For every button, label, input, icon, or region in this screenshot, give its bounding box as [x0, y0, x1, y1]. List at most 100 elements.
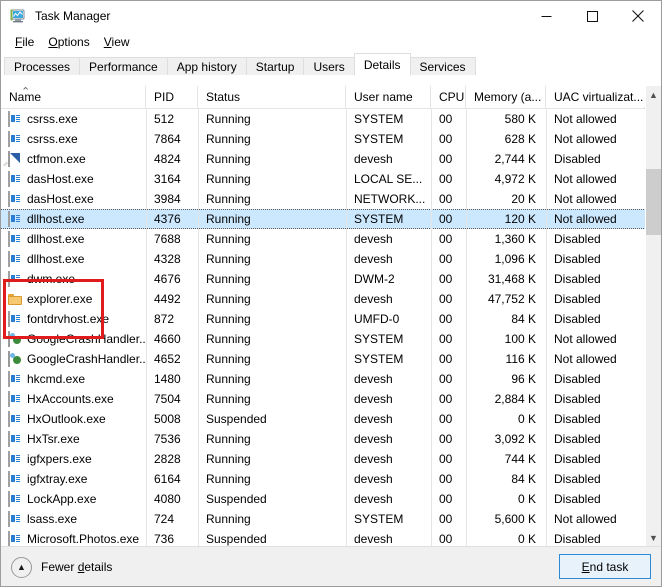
table-row[interactable]: dllhost.exe 4328 Running devesh 00 1,096 K Dis… [1, 249, 646, 269]
column-header-cpu[interactable]: CPU [431, 86, 466, 108]
menu-item-view[interactable]: View [97, 34, 137, 50]
table-row[interactable]: dllhost.exe 7688 Running devesh 00 1,360 K Dis… [1, 229, 646, 249]
cell-pid: 2828 [154, 452, 181, 466]
table-row[interactable]: hkcmd.exe 1480 Running devesh 00 96 K Disabled [1, 369, 646, 389]
cell-name: csrss.exe [27, 112, 78, 126]
cell-uac: Disabled [554, 472, 601, 486]
tab-processes[interactable]: Processes [4, 57, 81, 76]
cell-memory: 116 K [505, 352, 536, 366]
cell-uac: Disabled [554, 372, 601, 386]
cell-status: Running [206, 352, 251, 366]
cell-cpu: 00 [439, 252, 453, 266]
cell-cpu: 00 [439, 112, 453, 126]
column-header-status[interactable]: Status [198, 86, 346, 108]
tab-strip: Processes Performance App history Startup Us… [1, 53, 661, 76]
cell-name: Microsoft.Photos.exe [27, 532, 140, 546]
cell-pid: 4328 [154, 252, 181, 266]
cell-uac: Not allowed [554, 112, 617, 126]
cell-cpu: 00 [439, 352, 453, 366]
table-row[interactable]: HxTsr.exe 7536 Running devesh 00 3,092 K Disab… [1, 429, 646, 449]
cell-cpu: 00 [439, 492, 453, 506]
cell-uac: Disabled [554, 432, 601, 446]
tab-performance[interactable]: Performance [79, 57, 168, 76]
cell-memory: 31,468 K [487, 272, 536, 286]
process-rows[interactable]: csrss.exe 512 Running SYSTEM 00 580 K Not allo… [1, 109, 646, 546]
column-header-memory[interactable]: Memory (a... [466, 86, 546, 108]
end-task-button[interactable]: End task [559, 554, 651, 579]
tab-app-history[interactable]: App history [166, 57, 247, 76]
cell-user: devesh [354, 152, 393, 166]
cell-status: Suspended [206, 532, 267, 546]
vertical-scrollbar[interactable]: ▲ ▼ [645, 86, 661, 546]
cell-cpu: 00 [439, 272, 453, 286]
cell-pid: 7688 [154, 232, 181, 246]
chevron-up-icon[interactable]: ▲ [646, 86, 661, 103]
menu-item-options[interactable]: Options [41, 34, 96, 50]
table-row[interactable]: Microsoft.Photos.exe 736 Suspended devesh 00… [1, 529, 646, 546]
cell-cpu: 00 [439, 392, 453, 406]
chevron-down-icon[interactable]: ▼ [646, 529, 661, 546]
cell-status: Running [206, 192, 251, 206]
fewer-details-button[interactable]: ▲ Fewer details [11, 556, 112, 578]
cell-cpu: 00 [439, 472, 453, 486]
table-row[interactable]: HxAccounts.exe 7504 Running devesh 00 2,884 K… [1, 389, 646, 409]
table-row[interactable]: ctfmon.exe 4824 Running devesh 00 2,744 K Disa… [1, 149, 646, 169]
tab-users[interactable]: Users [303, 57, 355, 76]
tab-services[interactable]: Services [409, 57, 476, 76]
cell-cpu: 00 [439, 432, 453, 446]
table-row[interactable]: dasHost.exe 3984 Running NETWORK... 00 20 K No… [1, 189, 646, 209]
scrollbar-thumb[interactable] [646, 169, 661, 235]
close-icon[interactable] [615, 1, 661, 31]
cell-cpu: 00 [439, 192, 453, 206]
table-row[interactable]: explorer.exe 4492 Running devesh 00 47,752 K D… [1, 289, 646, 309]
table-row[interactable]: GoogleCrashHandler... 4660 Running SYSTEM 00… [1, 329, 646, 349]
cell-memory: 5,600 K [494, 512, 536, 526]
menu-item-file[interactable]: File [8, 34, 41, 50]
column-header-pid[interactable]: PID [146, 86, 198, 108]
cell-cpu: 00 [439, 232, 453, 246]
cell-uac: Disabled [554, 152, 601, 166]
table-row[interactable]: csrss.exe 7864 Running SYSTEM 00 628 K Not all… [1, 129, 646, 149]
tab-underline [1, 75, 661, 76]
cell-cpu: 00 [439, 152, 453, 166]
cell-memory: 1,360 K [494, 232, 536, 246]
table-row[interactable]: LockApp.exe 4080 Suspended devesh 00 0 K Disab… [1, 489, 646, 509]
column-header-user[interactable]: User name [346, 86, 431, 108]
cell-name: LockApp.exe [27, 492, 97, 506]
cell-user: devesh [354, 452, 393, 466]
table-row[interactable]: GoogleCrashHandler... 4652 Running SYSTEM 00… [1, 349, 646, 369]
cell-name: csrss.exe [27, 132, 78, 146]
cell-name: HxAccounts.exe [27, 392, 114, 406]
cell-name: GoogleCrashHandler... [27, 352, 146, 366]
table-row[interactable]: dllhost.exe 4376 Running SYSTEM 00 120 K Not a… [1, 209, 646, 229]
cell-status: Running [206, 372, 251, 386]
column-header-uac[interactable]: UAC virtualizat... [546, 86, 646, 108]
table-row[interactable]: csrss.exe 512 Running SYSTEM 00 580 K Not allo… [1, 109, 646, 129]
table-row[interactable]: fontdrvhost.exe 872 Running UMFD-0 00 84 K Dis… [1, 309, 646, 329]
cell-name: dllhost.exe [27, 252, 85, 266]
bottom-bar: ▲ Fewer details End task [1, 546, 661, 586]
cell-pid: 872 [154, 312, 175, 326]
task-manager-icon [10, 8, 26, 24]
table-row[interactable]: igfxpers.exe 2828 Running devesh 00 744 K Disa… [1, 449, 646, 469]
table-row[interactable]: dwm.exe 4676 Running DWM-2 00 31,468 K Disable… [1, 269, 646, 289]
table-row[interactable]: igfxtray.exe 6164 Running devesh 00 84 K Disab… [1, 469, 646, 489]
cell-uac: Not allowed [554, 212, 617, 226]
column-header-label: UAC virtualizat... [554, 90, 644, 104]
cell-cpu: 00 [439, 132, 453, 146]
cell-cpu: 00 [439, 332, 453, 346]
table-row[interactable]: HxOutlook.exe 5008 Suspended devesh 00 0 K Dis… [1, 409, 646, 429]
cell-status: Running [206, 512, 251, 526]
column-header-label: User name [354, 90, 413, 104]
cell-memory: 20 K [511, 192, 536, 206]
tab-startup[interactable]: Startup [245, 57, 305, 76]
maximize-icon[interactable] [569, 1, 615, 31]
cell-pid: 1480 [154, 372, 181, 386]
cell-memory: 47,752 K [487, 292, 536, 306]
cell-pid: 5008 [154, 412, 181, 426]
minimize-icon[interactable] [523, 1, 569, 31]
tab-details[interactable]: Details [353, 53, 411, 76]
table-row[interactable]: lsass.exe 724 Running SYSTEM 00 5,600 K Not al… [1, 509, 646, 529]
table-row[interactable]: dasHost.exe 3164 Running LOCAL SE... 00 4,972… [1, 169, 646, 189]
column-header-name[interactable]: Name ⌃ [1, 86, 146, 108]
